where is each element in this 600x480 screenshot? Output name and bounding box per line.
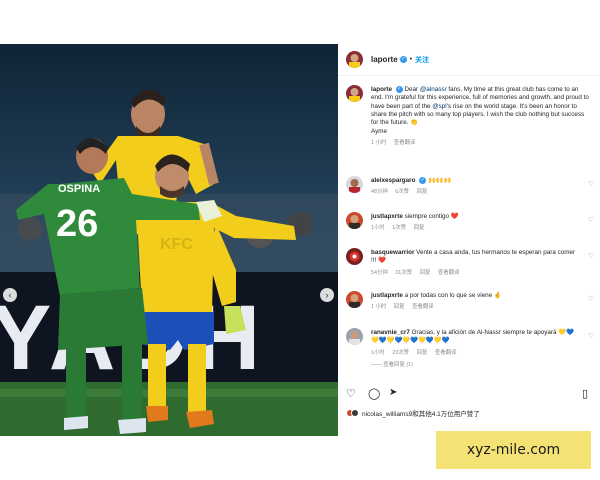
post-header: laporte ✓ • 关注	[338, 44, 600, 76]
like-comment-heart-icon[interactable]: ♡	[588, 295, 594, 303]
reply-button[interactable]: 回复	[420, 270, 431, 276]
follow-button[interactable]: 关注	[415, 55, 429, 65]
mention-spl[interactable]: @spl	[432, 103, 446, 110]
comment-time: 1 小时	[371, 304, 387, 311]
mention-alnassr[interactable]: @alnassr	[420, 86, 447, 93]
liked-by-row: nicolas_williams9和其他4.1万位用户赞了	[346, 408, 480, 418]
caption-signature: Ayme	[371, 127, 387, 135]
post-photo: YADH KFC OSPINA 26 ‹ ›	[0, 44, 338, 436]
comment-username[interactable]: basquewarrior	[371, 249, 414, 256]
post-side-panel: laporte ✓ • 关注 laporte ✓ Dear @alnassr f…	[338, 44, 600, 436]
comment-text: siempre contigo ❤️	[404, 213, 459, 220]
comment-username[interactable]: ranavnie_cr7	[371, 329, 410, 336]
previous-photo-button[interactable]: ‹	[3, 288, 17, 302]
like-comment-heart-icon[interactable]: ♡	[588, 252, 594, 260]
reply-button[interactable]: 回复	[394, 304, 405, 310]
author-username[interactable]: laporte	[371, 55, 398, 64]
commenter-avatar[interactable]	[346, 212, 363, 229]
commenter-avatar[interactable]	[346, 176, 363, 193]
caption-text-intro: Dear	[404, 86, 420, 94]
reply-button[interactable]: 回复	[417, 350, 428, 356]
caption-username[interactable]: laporte	[371, 86, 392, 93]
liked-by-text[interactable]: nicolas_williams9和其他4.1万位用户赞了	[362, 408, 480, 418]
commenter-avatar[interactable]	[346, 248, 363, 265]
comment-username[interactable]: aleixespargaro	[371, 177, 415, 184]
author-avatar[interactable]	[346, 51, 363, 68]
comment-item: ranavnie_cr7 Gracias, y la afición de Al…	[346, 328, 594, 384]
verified-icon: ✓	[399, 56, 407, 63]
post-action-bar: ♡ ◯ ➤ ▯	[346, 384, 594, 404]
comment-time: 1小时	[371, 225, 385, 232]
comment-text: a por todas con lo que se viene 🤞	[404, 292, 502, 299]
bookmark-icon[interactable]: ▯	[582, 387, 588, 400]
liker-avatar	[351, 409, 359, 417]
caption-avatar[interactable]	[346, 85, 363, 102]
comment-likes[interactable]: 1次赞	[392, 225, 406, 231]
svg-text:KFC: KFC	[160, 236, 193, 253]
comment-bubble-icon[interactable]: ◯	[368, 387, 380, 400]
comment-translate-link[interactable]: 查看翻译	[412, 304, 434, 310]
like-comment-heart-icon[interactable]: ♡	[588, 180, 594, 188]
jersey-name: OSPINA	[58, 183, 100, 195]
like-comment-heart-icon[interactable]: ♡	[588, 216, 594, 224]
commenter-avatar[interactable]	[346, 328, 363, 345]
comment-item: justlapxrte a por todas con lo que se vi…	[346, 291, 594, 323]
comment-username[interactable]: justlapxrte	[371, 213, 403, 220]
caption-time: 1 小时	[371, 139, 387, 146]
comment-time: 54分钟	[371, 269, 388, 276]
caption-translate-link[interactable]: 查看翻译	[394, 140, 416, 146]
comment-likes[interactable]: 23次赞	[392, 350, 409, 356]
watermark-label: xyz-mile.com	[436, 431, 591, 469]
comment-username[interactable]: justlapxrte	[371, 292, 403, 299]
comment-item: justlapxrte siempre contigo ❤️ 1小时 1次赞 回…	[346, 212, 594, 244]
comment-likes[interactable]: 31次赞	[395, 270, 412, 276]
like-heart-icon[interactable]: ♡	[346, 387, 356, 400]
share-send-icon[interactable]: ➤	[389, 387, 397, 398]
caption: laporte ✓ Dear @alnassr fans, My time at…	[346, 85, 594, 173]
comment-translate-link[interactable]: 查看翻译	[438, 270, 460, 276]
celebration-photo: YADH KFC OSPINA 26	[0, 44, 338, 436]
comment-likes[interactable]: 6次赞	[395, 189, 409, 195]
separator-dot: •	[409, 56, 413, 63]
comment-text: 🙌🙌🙌	[427, 177, 452, 185]
reply-button[interactable]: 回复	[414, 225, 425, 231]
comment-time: 1小时	[371, 349, 385, 356]
jersey-number: 26	[56, 203, 98, 245]
comment-translate-link[interactable]: 查看翻译	[435, 350, 457, 356]
next-photo-button[interactable]: ›	[320, 288, 334, 302]
like-comment-heart-icon[interactable]: ♡	[588, 332, 594, 340]
verified-icon: ✓	[419, 177, 427, 184]
reply-button[interactable]: 回复	[417, 189, 428, 195]
comment-item: basquewarrior Vente a casa anda, tus her…	[346, 248, 594, 288]
verified-icon: ✓	[395, 86, 403, 93]
comment-item: aleixespargaro ✓ 🙌🙌🙌 48分钟 6次赞 回复 ♡	[346, 176, 594, 208]
comment-time: 48分钟	[371, 189, 388, 196]
commenter-avatar[interactable]	[346, 291, 363, 308]
view-replies-link[interactable]: —— 查看回复 (1)	[371, 361, 580, 369]
